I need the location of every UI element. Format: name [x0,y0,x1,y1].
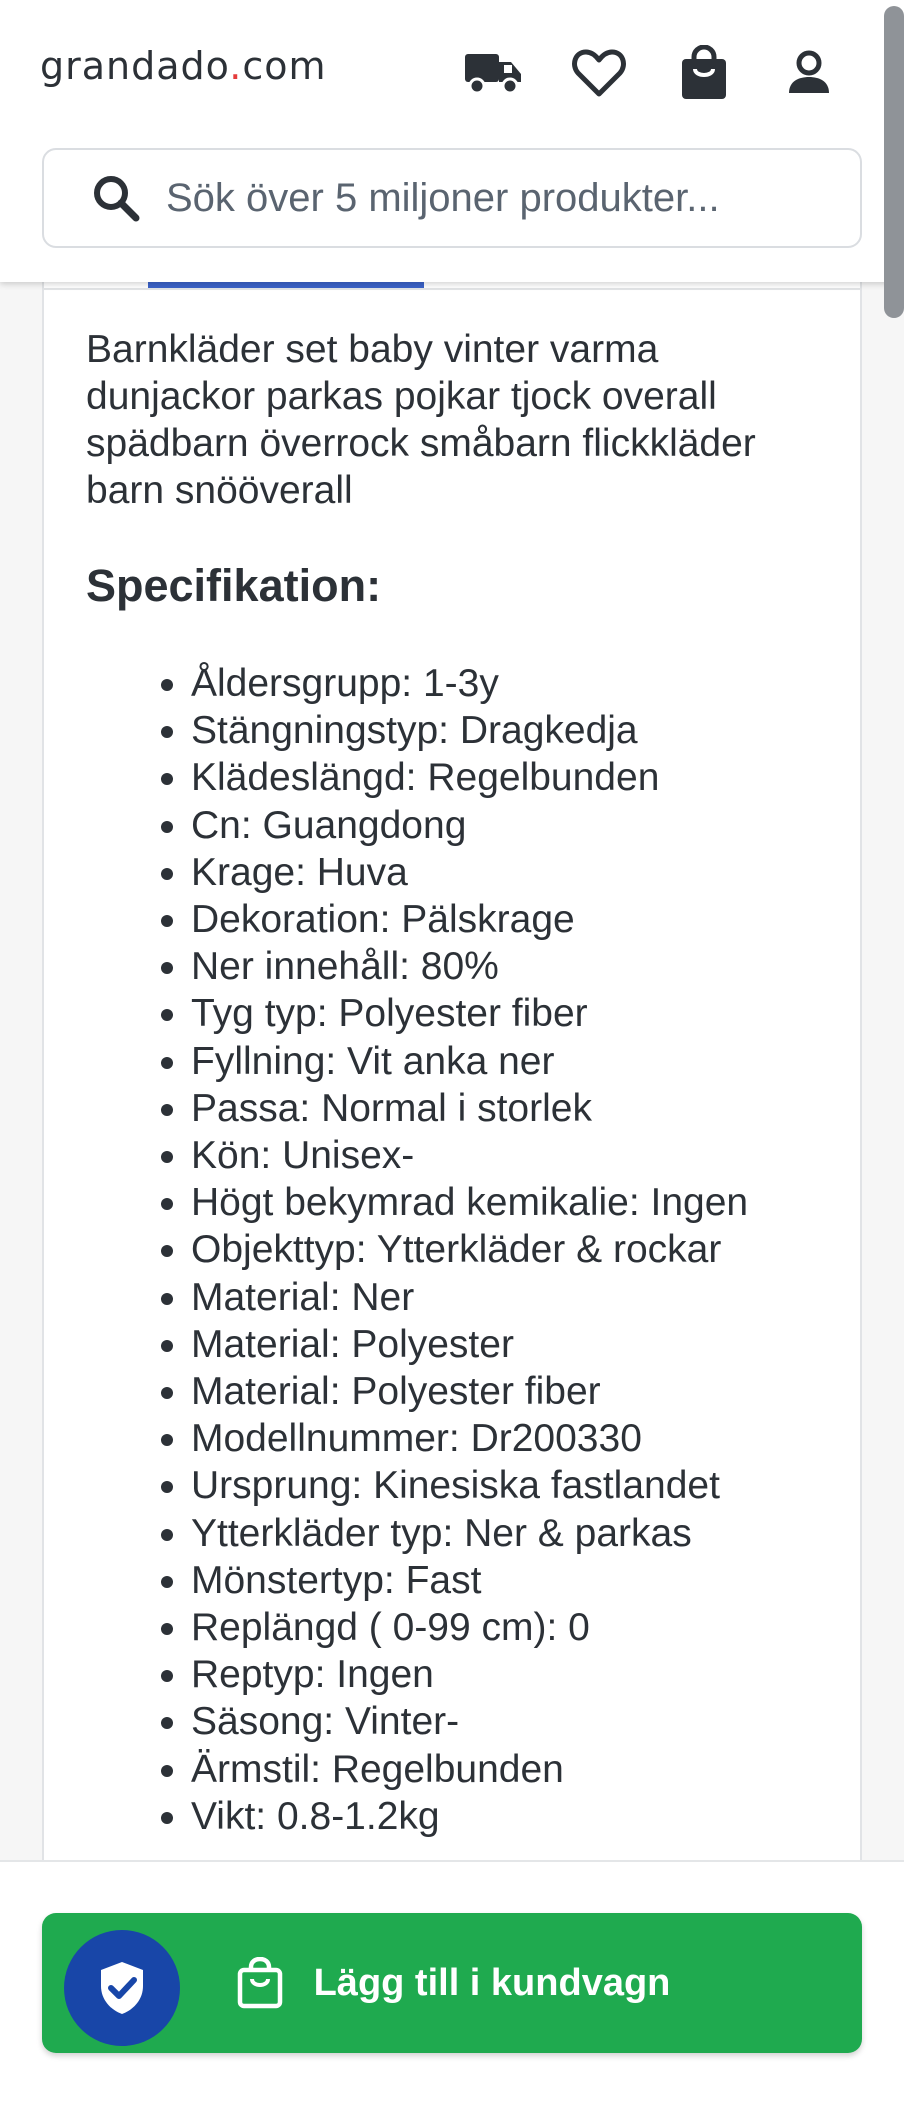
spec-item: Modellnummer: Dr200330 [161,1415,851,1462]
shopping-bag-icon [234,1955,286,2011]
spec-item: Åldersgrupp: 1-3y [161,660,851,707]
specification-list: Åldersgrupp: 1-3y Stängningstyp: Dragked… [161,660,851,1840]
spec-item: Stängningstyp: Dragkedja [161,707,851,754]
spec-item: Kön: Unisex- [161,1132,851,1179]
spec-item: Mönstertyp: Fast [161,1557,851,1604]
page-scrollbar[interactable] [884,6,904,318]
heart-icon[interactable] [568,42,630,104]
search-input[interactable] [166,175,846,221]
spec-item: Dekoration: Pälskrage [161,896,851,943]
spec-item: Cn: Guangdong [161,802,851,849]
spec-item: Ytterkläder typ: Ner & parkas [161,1510,851,1557]
shield-check-icon[interactable] [64,1930,180,2046]
specification-heading: Specifikation: [86,560,382,611]
tab-divider [44,288,860,290]
product-description: Barnkläder set baby vinter varma dunjack… [86,328,756,512]
spec-item: Material: Polyester [161,1321,851,1368]
spec-item: Ner innehåll: 80% [161,943,851,990]
spec-item: Material: Polyester fiber [161,1368,851,1415]
add-to-cart-label: Lägg till i kundvagn [313,1961,671,2004]
spec-item: Objekttyp: Ytterkläder & rockar [161,1226,851,1273]
spec-item: Högt bekymrad kemikalie: Ingen [161,1179,851,1226]
search-icon[interactable] [86,168,146,228]
grandado-logo[interactable]: grandado.com [40,44,327,88]
spec-item: Tyg typ: Polyester fiber [161,990,851,1037]
search-bar[interactable] [42,148,862,248]
spec-item: Fyllning: Vit anka ner [161,1038,851,1085]
spec-item: Ärmstil: Regelbunden [161,1746,851,1793]
user-icon[interactable] [778,42,840,104]
spec-item: Ursprung: Kinesiska fastlandet [161,1462,851,1509]
spec-item: Material: Ner [161,1274,851,1321]
spec-item: Passa: Normal i storlek [161,1085,851,1132]
truck-icon[interactable] [462,42,524,104]
spec-item: Vikt: 0.8-1.2kg [161,1793,851,1840]
sticky-cart-bar: Lägg till i kundvagn [0,1860,904,2105]
spec-item: Replängd ( 0-99 cm): 0 [161,1604,851,1651]
spec-item: Säsong: Vinter- [161,1698,851,1745]
spec-item: Klädeslängd: Regelbunden [161,754,851,801]
active-tab-indicator [148,282,424,288]
spec-item: Reptyp: Ingen [161,1651,851,1698]
product-description-card: Barnkläder set baby vinter varma dunjack… [42,282,862,1862]
spec-item: Krage: Huva [161,849,851,896]
site-header: grandado.com [0,0,904,282]
shopping-bag-icon[interactable] [673,42,735,104]
